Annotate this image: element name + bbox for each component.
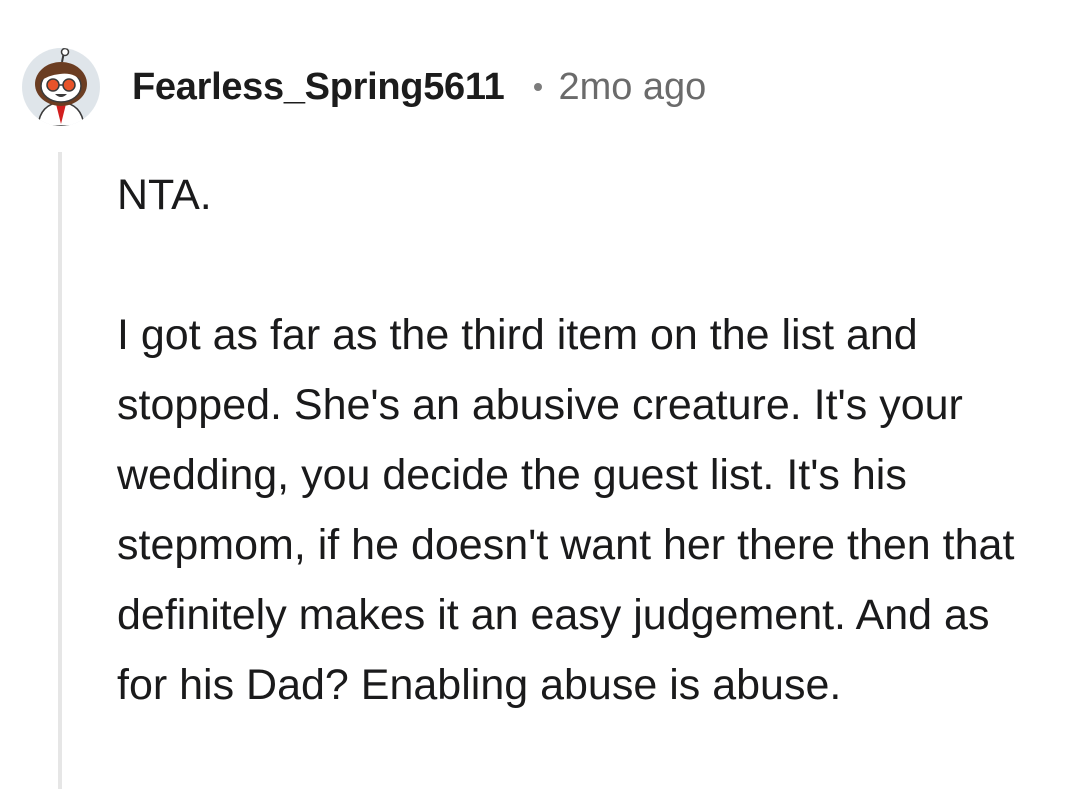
user-avatar-icon[interactable] xyxy=(22,48,100,126)
comment-paragraph: NTA. xyxy=(117,171,212,219)
comment-body: NTA. I got as far as the third item on t… xyxy=(117,160,1037,720)
comment-header: Fearless_Spring5611 2mo ago xyxy=(22,44,706,130)
dot-separator-icon xyxy=(534,83,543,91)
comment-author[interactable]: Fearless_Spring5611 xyxy=(132,66,505,109)
thread-collapse-line[interactable] xyxy=(58,152,62,789)
comment-paragraph: I got as far as the third item on the li… xyxy=(117,311,1015,709)
comment-timestamp[interactable]: 2mo ago xyxy=(558,66,706,109)
